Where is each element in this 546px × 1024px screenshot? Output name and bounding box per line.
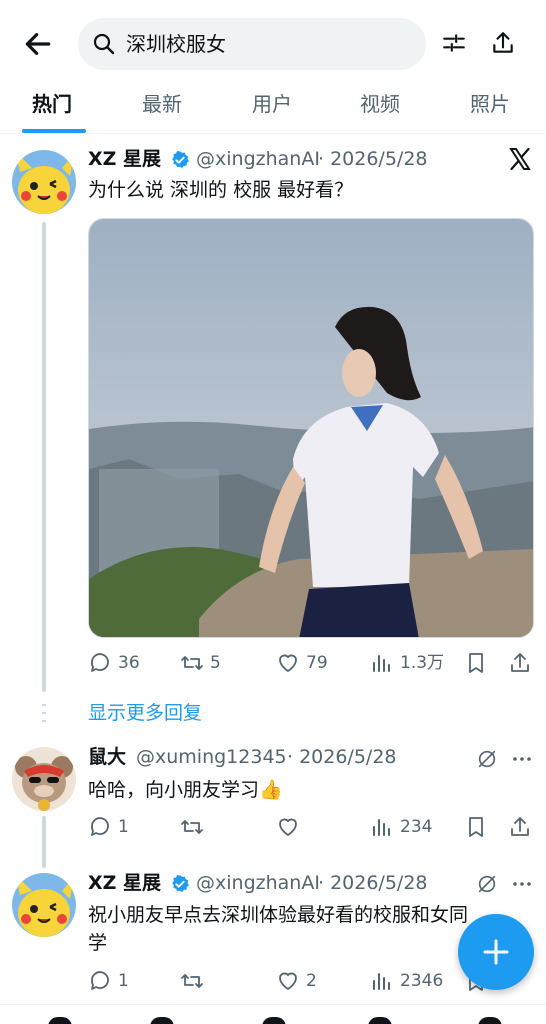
more-icon[interactable]	[510, 872, 534, 896]
author-name[interactable]: XZ 星展	[88, 147, 161, 171]
thread-line	[42, 222, 46, 692]
thread-line	[42, 816, 46, 868]
tab-videos[interactable]: 视频	[360, 90, 400, 118]
thread-dots	[42, 704, 46, 706]
reply-button[interactable]: 1	[88, 969, 129, 993]
reply-count: 1	[118, 817, 129, 837]
reply-icon	[91, 971, 109, 990]
nav-search-icon[interactable]	[150, 1017, 174, 1024]
views-icon	[373, 819, 390, 836]
bookmark-icon	[469, 653, 483, 673]
more-icon[interactable]	[510, 747, 534, 771]
tweet-date[interactable]: · 2026/5/28	[287, 745, 397, 769]
views-button[interactable]: 2346	[370, 969, 443, 993]
compose-button[interactable]	[458, 914, 534, 990]
nav-messages-icon[interactable]	[478, 1017, 502, 1024]
like-button[interactable]: 2	[276, 969, 317, 993]
search-query: 深圳校服女	[126, 32, 226, 56]
views-icon	[373, 655, 390, 672]
reply-icon	[91, 653, 109, 672]
verified-badge-icon	[172, 150, 189, 169]
retweet-count: 5	[210, 653, 221, 673]
tab-photos[interactable]: 照片	[470, 90, 510, 118]
retweet-button[interactable]	[180, 969, 204, 993]
bookmark-button[interactable]	[464, 651, 488, 675]
photo-girl-mountain-icon	[89, 219, 533, 637]
share-button[interactable]	[508, 651, 532, 675]
author-handle[interactable]: @xingzhanAI	[196, 147, 320, 171]
author-handle[interactable]: @xuming12345	[136, 745, 287, 769]
share-icon[interactable]	[490, 30, 516, 56]
views-button[interactable]: 234	[370, 815, 432, 839]
author-name[interactable]: XZ 星展	[88, 871, 161, 895]
show-more-replies-link[interactable]: 显示更多回复	[88, 700, 202, 726]
retweet-button[interactable]: 5	[180, 651, 221, 675]
share-icon	[511, 653, 529, 672]
avatar[interactable]	[12, 747, 76, 811]
tweet-date[interactable]: · 2026/5/28	[318, 871, 428, 895]
share-button[interactable]	[508, 815, 532, 839]
like-count: 2	[306, 971, 317, 991]
tweet-photo[interactable]	[88, 218, 534, 638]
search-tabs: 热门 最新 用户 视频 照片	[0, 82, 546, 134]
avatar[interactable]	[12, 873, 76, 937]
views-button[interactable]: 1.3万	[370, 651, 444, 675]
reply-count: 1	[118, 971, 129, 991]
avatar[interactable]	[12, 150, 76, 214]
tab-people[interactable]: 用户	[252, 90, 292, 118]
like-icon	[279, 972, 297, 990]
tweet-text: 哈哈，向小朋友学习👍	[88, 779, 283, 801]
like-icon	[279, 654, 297, 672]
like-button[interactable]: 79	[276, 651, 328, 675]
view-count: 1.3万	[400, 653, 445, 673]
bookmark-icon	[469, 817, 483, 837]
author-handle[interactable]: @xingzhanAI	[196, 871, 320, 895]
bottom-nav	[0, 1004, 546, 1024]
like-icon	[279, 818, 297, 836]
retweet-icon	[181, 974, 203, 988]
reply-button[interactable]: 1	[88, 815, 129, 839]
author-name[interactable]: 鼠大	[88, 745, 126, 769]
nav-notifications-icon[interactable]	[368, 1017, 392, 1024]
tweet-text-line1: 祝小朋友早点去深圳体验最好看的校服和女同	[88, 904, 469, 926]
tweet-date[interactable]: · 2026/5/28	[318, 147, 428, 171]
tweet-text-line2: 学	[88, 932, 108, 954]
filter-icon[interactable]	[441, 30, 467, 56]
share-icon	[511, 817, 529, 836]
search-header: 深圳校服女	[0, 0, 546, 82]
nav-grok-icon[interactable]	[262, 1017, 286, 1024]
reply-button[interactable]: 36	[88, 651, 140, 675]
reply-icon	[91, 817, 109, 836]
tweet-text: 为什么说 深圳的 校服 最好看？	[88, 179, 354, 201]
pikachu-avatar-icon	[12, 150, 76, 214]
back-arrow-icon[interactable]	[22, 28, 54, 60]
verified-badge-icon	[172, 874, 189, 893]
like-count: 79	[306, 653, 328, 673]
view-count: 2346	[400, 971, 444, 991]
nav-home-icon[interactable]	[48, 1017, 72, 1024]
compose-plus-icon	[483, 939, 509, 965]
reply-count: 36	[118, 653, 140, 673]
tab-latest[interactable]: 最新	[142, 90, 182, 118]
cartoon-mouse-avatar-icon	[12, 747, 76, 811]
like-button[interactable]	[276, 815, 300, 839]
grok-icon[interactable]	[476, 748, 498, 770]
retweet-icon	[181, 820, 203, 834]
search-icon	[93, 33, 115, 55]
pikachu-avatar-icon	[12, 873, 76, 937]
retweet-icon	[181, 656, 203, 670]
thread-dots	[42, 720, 46, 722]
active-tab-indicator	[22, 129, 86, 133]
views-icon	[373, 973, 390, 990]
thread-dots	[42, 712, 46, 714]
grok-icon[interactable]	[476, 873, 498, 895]
x-logo-icon[interactable]	[508, 147, 532, 171]
bookmark-button[interactable]	[464, 815, 488, 839]
tab-top[interactable]: 热门	[32, 90, 72, 118]
search-input[interactable]: 深圳校服女	[78, 18, 426, 70]
retweet-button[interactable]	[180, 815, 204, 839]
view-count: 234	[400, 817, 433, 837]
